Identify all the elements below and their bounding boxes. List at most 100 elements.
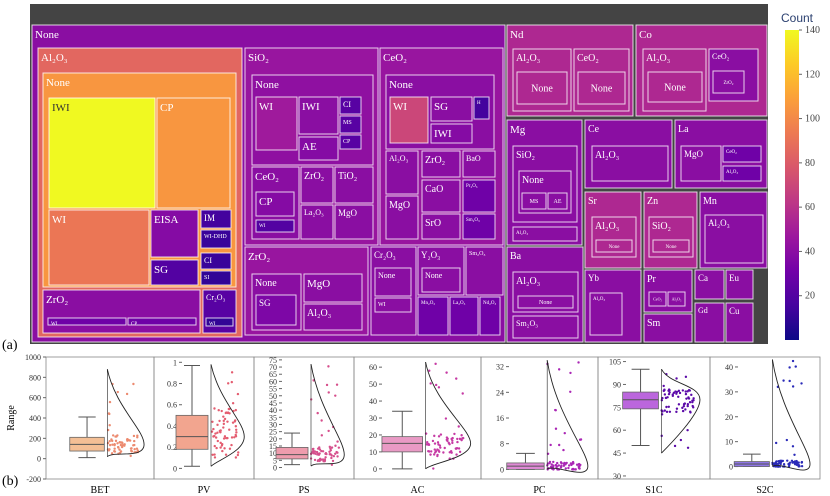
data-point [216, 423, 219, 427]
data-point [214, 436, 218, 439]
data-point [433, 442, 437, 445]
data-point [791, 385, 795, 388]
data-point [554, 409, 557, 412]
treemap-label-gd: Gd [698, 306, 708, 315]
box-iqr[interactable] [275, 447, 309, 460]
data-point [325, 383, 329, 387]
boxplot-panel-ac: 0 10 20 30 40 50 60 AC [353, 356, 482, 496]
treemap-label-ceo2-sro: SrO [425, 218, 441, 229]
treemap-tile-zro2-a-bar2[interactable] [127, 317, 197, 326]
data-point [458, 450, 462, 454]
data-point [781, 459, 785, 463]
data-point [117, 446, 120, 449]
data-point [219, 446, 222, 449]
data-point [562, 462, 566, 465]
data-point [215, 446, 218, 450]
data-point [777, 462, 780, 465]
treemap-label-co-al2o3-none: None [664, 83, 686, 94]
data-point [234, 408, 238, 412]
data-point [687, 397, 691, 400]
treemap-label-co: Co [639, 29, 652, 41]
y-tick-label: 20 [725, 413, 733, 422]
treemap-label-nd-ceo2-none: None [591, 84, 613, 95]
treemap-label-zro2-a: ZrO₂ [46, 294, 68, 306]
data-point [677, 395, 680, 398]
violin-outline [106, 369, 145, 458]
y-tick-label: 0 [173, 464, 177, 473]
data-point [794, 365, 797, 368]
data-point [683, 402, 687, 405]
data-point [557, 368, 561, 371]
data-point [323, 459, 327, 462]
treemap-label-co-ceo2-zro2: ZrO₂ [723, 81, 733, 86]
treemap-label-sr-none: None [609, 245, 621, 250]
data-point [108, 412, 111, 416]
data-point [213, 456, 217, 459]
treemap-label-pr-al2o3: Al₂O₃ [672, 296, 682, 301]
data-point [133, 439, 136, 443]
y-tick-label: 30 [725, 388, 733, 397]
data-point [432, 453, 436, 456]
data-point [786, 459, 789, 462]
treemap-label-zn-sio2: SiO₂ [652, 221, 671, 232]
data-point [115, 435, 118, 438]
treemap-label-sio2-ci: CI [343, 100, 351, 109]
data-point [116, 442, 119, 445]
data-point [220, 409, 223, 413]
colorbar-gradient [785, 30, 799, 340]
treemap-tile-iwi[interactable] [48, 97, 156, 209]
data-point [675, 407, 679, 410]
data-point [579, 438, 583, 441]
boxplot-frame [45, 356, 155, 480]
box-iqr[interactable] [381, 436, 423, 453]
data-point [320, 434, 324, 437]
treemap-label-sio2-cp: CP [343, 139, 351, 145]
data-point [684, 375, 688, 379]
data-point [663, 393, 667, 396]
data-point [332, 454, 336, 458]
y-tick-label: 32 [496, 363, 504, 372]
data-point [457, 425, 460, 428]
treemap-label-sio2-iwi: IWI [302, 101, 320, 113]
y-tick-label: 1 [173, 358, 177, 367]
treemap-label-la: La [678, 124, 689, 135]
box-iqr[interactable] [175, 414, 209, 450]
treemap-tile-zro2-a-bar1[interactable] [47, 317, 127, 326]
treemap-label-sio2-wi: WI [259, 101, 273, 113]
data-point [330, 456, 333, 460]
data-point [686, 446, 690, 449]
treemap-label-ceo2-iwi: IWI [434, 128, 452, 140]
treemap-label-ceo2-wi: WI [393, 101, 407, 113]
data-point [677, 389, 681, 393]
data-point [434, 383, 438, 387]
data-point [800, 464, 804, 468]
data-point [236, 392, 240, 396]
treemap-label-la-ceo2: CeO₂ [726, 150, 737, 155]
data-point [313, 458, 317, 462]
y-tick-label: 0 [37, 455, 41, 464]
treemap-tile-cp[interactable] [156, 97, 231, 209]
violin-outline [210, 364, 245, 467]
data-point [442, 451, 445, 454]
y-tick-label: 90 [613, 380, 621, 389]
treemap-label-none: None [35, 29, 59, 41]
data-point [782, 379, 785, 382]
data-point [445, 371, 448, 374]
treemap-label-ceo2-cao: CaO [425, 184, 443, 195]
y-tick-label: 0.8 [167, 380, 177, 389]
boxplot-frame [597, 356, 711, 480]
data-point [681, 409, 685, 413]
data-point [230, 380, 234, 384]
colorbar: Count 20 40 60 80 100 120 140 [781, 11, 820, 340]
y-tick-label: 0.6 [167, 401, 177, 410]
data-point [554, 427, 558, 430]
data-point [226, 411, 230, 414]
treemap-label-co-al2o3: Al₂O₃ [646, 53, 670, 64]
treemap-label-im: IM [204, 213, 215, 223]
box-iqr[interactable] [622, 391, 659, 410]
data-point [130, 450, 134, 453]
data-point [684, 392, 688, 396]
y-tick-label: 10 [369, 448, 377, 457]
data-point [551, 465, 555, 468]
data-point [434, 450, 438, 453]
